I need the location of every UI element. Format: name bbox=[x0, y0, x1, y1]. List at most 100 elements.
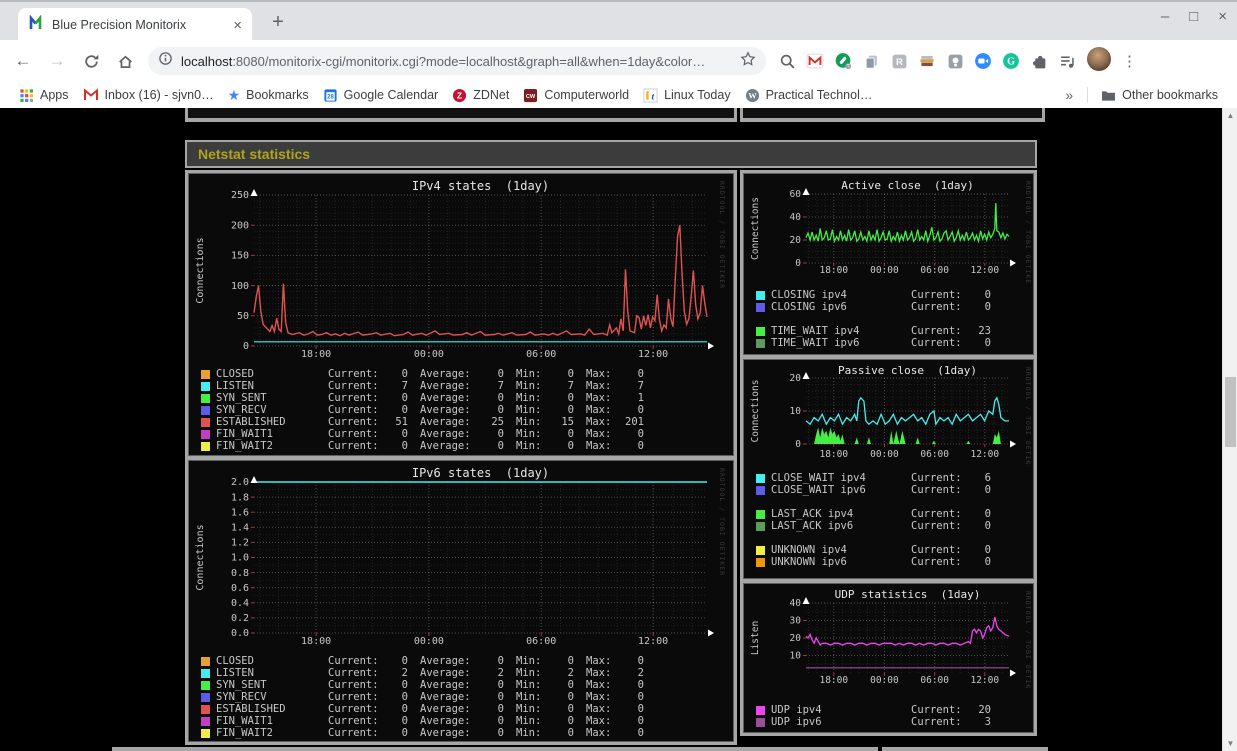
search-icon[interactable] bbox=[778, 52, 796, 70]
page-info-icon[interactable] bbox=[158, 51, 173, 71]
minimize-icon[interactable]: – bbox=[1161, 8, 1169, 25]
stat-label-min: Min: bbox=[516, 392, 542, 404]
svg-text:1.2: 1.2 bbox=[231, 538, 249, 549]
legend-series-name: TIME_WAIT ipv6 bbox=[771, 337, 860, 349]
grammarly-icon[interactable]: G bbox=[1002, 52, 1020, 70]
legend-row-fin-wait1: FIN_WAIT1 Current: 0 Average: 0 Min: 0 Max: 0 bbox=[201, 715, 733, 727]
svg-text:0.4: 0.4 bbox=[231, 598, 249, 609]
svg-text:20: 20 bbox=[790, 373, 802, 384]
legend-swatch bbox=[201, 393, 210, 403]
previous-section-box-bottom bbox=[185, 108, 737, 122]
svg-text:00:00: 00:00 bbox=[870, 265, 899, 276]
stat-label-average: Average: bbox=[420, 440, 471, 452]
svg-text:150: 150 bbox=[231, 251, 249, 262]
bookmark-item-linux-today[interactable]: t Linux Today bbox=[636, 86, 738, 105]
legend-series-name: ESTABLISHED bbox=[216, 703, 286, 715]
stat-label-average: Average: bbox=[420, 715, 471, 727]
legend-swatch bbox=[201, 704, 210, 714]
gmail-icon[interactable] bbox=[806, 52, 824, 70]
svg-text:12:00: 12:00 bbox=[970, 265, 999, 276]
stat-value-max: 0 bbox=[637, 428, 644, 440]
lamp-icon[interactable] bbox=[946, 52, 964, 70]
svg-text:18:00: 18:00 bbox=[819, 675, 848, 686]
video-camera-icon[interactable] bbox=[974, 52, 992, 70]
bookmark-item-inbox-16-sjvn0[interactable]: Inbox (16) - sjvn0… bbox=[76, 86, 221, 104]
bookmark-label: Google Calendar bbox=[343, 88, 439, 102]
section-header: Netstat statistics bbox=[185, 140, 1037, 168]
cw-icon: CW bbox=[523, 88, 538, 103]
stat-value-current: 0 bbox=[401, 679, 408, 691]
legend-row-closing-ipv4: CLOSING ipv4 Current: 0 bbox=[756, 289, 1033, 301]
books-stack-icon[interactable] bbox=[918, 52, 936, 70]
stat-label-min: Min: bbox=[516, 440, 542, 452]
home-icon[interactable] bbox=[112, 48, 138, 74]
svg-text:18:00: 18:00 bbox=[301, 349, 331, 360]
copy-pages-icon[interactable] bbox=[862, 52, 880, 70]
bookmark-item-google-calendar[interactable]: 28 Google Calendar bbox=[316, 86, 446, 105]
legend-swatch bbox=[756, 705, 765, 715]
stat-label-current: Current: bbox=[911, 472, 962, 484]
legend-series-name: CLOSED bbox=[216, 655, 254, 667]
svg-text:06:00: 06:00 bbox=[920, 265, 949, 276]
stat-value-average: 0 bbox=[497, 428, 504, 440]
stat-value-current: 6 bbox=[984, 472, 991, 484]
legend-row-closing-ipv6: CLOSING ipv6 Current: 0 bbox=[756, 301, 1033, 313]
bookmarks-overflow-icon[interactable]: » bbox=[1057, 87, 1081, 103]
reload-icon[interactable] bbox=[78, 48, 104, 74]
hangouts-icon[interactable]: ? bbox=[834, 52, 852, 70]
bookmark-item-apps[interactable]: Apps bbox=[12, 86, 76, 105]
stat-value-max: 0 bbox=[637, 727, 644, 739]
legend-swatch bbox=[201, 656, 210, 666]
url-text[interactable]: localhost:8080/monitorix-cgi/monitorix.c… bbox=[181, 54, 740, 69]
playlist-icon[interactable] bbox=[1058, 52, 1076, 70]
bookmark-item-practical-technol[interactable]: W Practical Technol… bbox=[738, 86, 880, 105]
stat-label-max: Max: bbox=[586, 380, 612, 392]
browser-menu-icon[interactable]: ⋮ bbox=[1122, 52, 1137, 70]
back-icon[interactable]: ← bbox=[10, 48, 36, 74]
legend-swatch bbox=[756, 326, 765, 336]
svg-text:18:00: 18:00 bbox=[301, 636, 331, 647]
stat-label-current: Current: bbox=[328, 715, 379, 727]
scrollbar-down-icon[interactable]: ▼ bbox=[1223, 736, 1237, 751]
window-close-icon[interactable]: × bbox=[1218, 8, 1227, 25]
scrollbar-up-icon[interactable]: ▲ bbox=[1223, 108, 1237, 123]
wordpress-icon: W bbox=[745, 88, 760, 103]
legend-row-last-ack-ipv4: LAST_ACK ipv4 Current: 0 bbox=[756, 508, 1033, 520]
stat-label-current: Current: bbox=[911, 716, 962, 728]
legend-series-name: FIN_WAIT1 bbox=[216, 428, 273, 440]
svg-text:Active close (1day): Active close (1day) bbox=[841, 179, 973, 192]
svg-text:RRDTOOL / TOBI OETIKER: RRDTOOL / TOBI OETIKER bbox=[1024, 591, 1032, 688]
svg-text:60: 60 bbox=[790, 189, 802, 200]
stat-label-current: Current: bbox=[328, 368, 379, 380]
svg-text:1.4: 1.4 bbox=[231, 523, 249, 534]
scrollbar-thumb[interactable] bbox=[1225, 377, 1236, 447]
legend-series-name: FIN_WAIT1 bbox=[216, 715, 273, 727]
address-bar[interactable]: localhost:8080/monitorix-cgi/monitorix.c… bbox=[148, 47, 766, 75]
tab-close-icon[interactable]: × bbox=[233, 17, 242, 34]
stat-label-average: Average: bbox=[420, 428, 471, 440]
stat-label-min: Min: bbox=[516, 416, 542, 428]
stat-value-current: 2 bbox=[401, 667, 408, 679]
maximize-icon[interactable]: □ bbox=[1189, 8, 1198, 25]
ipv4-states-legend: CLOSED Current: 0 Average: 0 Min: 0 Max: 0 LISTEN… bbox=[201, 368, 733, 452]
other-bookmarks-button[interactable]: Other bookmarks bbox=[1094, 86, 1225, 104]
svg-text:10: 10 bbox=[790, 406, 802, 417]
bookmark-star-icon[interactable] bbox=[740, 50, 756, 72]
r-extension-icon[interactable]: R bbox=[890, 52, 908, 70]
svg-text:20: 20 bbox=[790, 633, 802, 644]
puzzle-extensions-icon[interactable] bbox=[1030, 52, 1048, 70]
stat-value-min: 0 bbox=[567, 679, 574, 691]
bookmark-item-bookmarks[interactable]: ★ Bookmarks bbox=[221, 86, 316, 104]
bookmark-item-computerworld[interactable]: CW Computerworld bbox=[516, 86, 636, 105]
stat-label-average: Average: bbox=[420, 368, 471, 380]
forward-icon[interactable]: → bbox=[44, 48, 70, 74]
browser-tab[interactable]: Blue Precision Monitorix × bbox=[18, 8, 252, 42]
svg-text:06:00: 06:00 bbox=[920, 675, 949, 686]
page-scrollbar[interactable]: ▲ ▼ bbox=[1222, 108, 1237, 751]
profile-avatar[interactable] bbox=[1086, 46, 1112, 77]
bookmark-item-zdnet[interactable]: Z ZDNet bbox=[445, 86, 516, 105]
stat-label-current: Current: bbox=[911, 508, 962, 520]
legend-series-name: UDP ipv6 bbox=[771, 716, 822, 728]
new-tab-button[interactable]: + bbox=[266, 10, 290, 34]
stat-value-min: 2 bbox=[567, 667, 574, 679]
